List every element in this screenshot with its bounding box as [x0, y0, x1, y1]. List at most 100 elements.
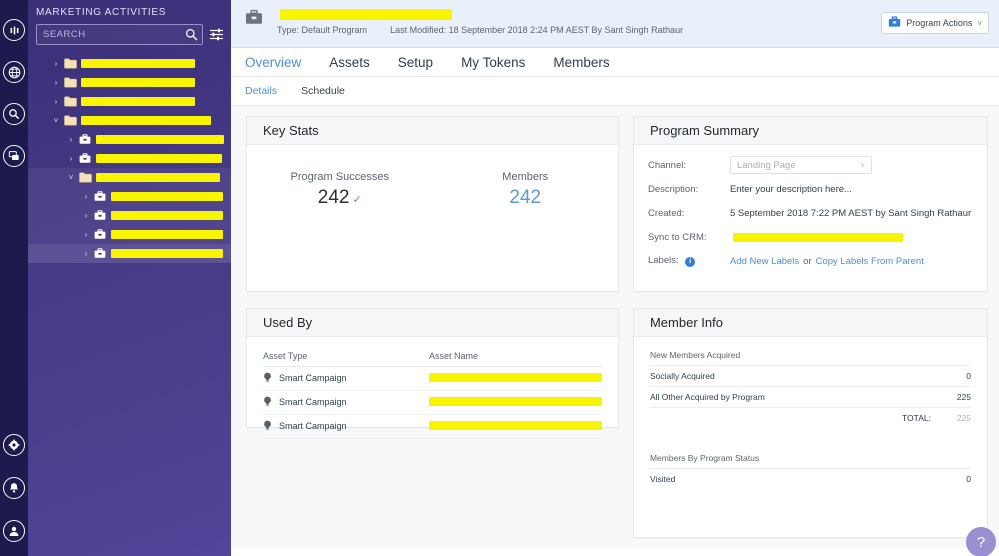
search-field-wrapper[interactable]: [36, 24, 203, 45]
cell-asset-type: Smart Campaign: [263, 390, 429, 415]
member-total-row: TOTAL: 225: [649, 407, 971, 428]
key-stat-value[interactable]: 242: [432, 187, 617, 209]
lightbulb-icon: [263, 396, 272, 409]
table-row[interactable]: Smart Campaign: [263, 390, 602, 415]
member-info-row-value: 0: [966, 474, 971, 484]
member-info-row-value: 225: [956, 392, 971, 402]
tab-my-tokens[interactable]: My Tokens: [461, 55, 525, 70]
tree-item-folder-3[interactable]: ˅: [28, 111, 231, 130]
search-input[interactable]: [37, 29, 202, 40]
tree-item-program-5[interactable]: ›: [28, 149, 231, 168]
subtab-schedule[interactable]: Schedule: [301, 85, 345, 97]
program-header: Type: Default Program Last Modified: 18 …: [231, 0, 999, 48]
globe-icon[interactable]: [3, 61, 25, 83]
key-stat-value: 242 ✓: [317, 187, 362, 208]
tree-item-folder-6[interactable]: ˅: [28, 168, 231, 187]
search-icon[interactable]: [185, 28, 198, 46]
summary-row-labels: Labels: i Add New Labels or Copy Labels …: [648, 251, 973, 271]
key-stat-label: Members: [502, 171, 549, 183]
labels-label: Labels:: [647, 255, 679, 267]
gear-icon[interactable]: [3, 434, 25, 456]
sync-to-crm-label: Sync to CRM:: [647, 231, 707, 243]
activities-tree: › › › ˅ › › ˅ › › › ›: [28, 54, 231, 263]
member-info-row: Visited 0: [649, 468, 971, 489]
chevron-down-icon[interactable]: ˅: [65, 173, 77, 182]
chevron-right-icon[interactable]: ›: [65, 135, 77, 144]
analytics-icon[interactable]: [3, 19, 25, 41]
tree-item-program-9[interactable]: ›: [28, 225, 231, 244]
chevron-down-icon: ˅: [977, 18, 982, 28]
table-row[interactable]: Smart Campaign: [263, 366, 602, 391]
redacted-asset-name: [428, 421, 602, 430]
tab-members[interactable]: Members: [553, 55, 609, 70]
used-by-table: Asset Type Asset Name Smart Campaign Smar…: [263, 349, 602, 439]
add-new-labels-link[interactable]: Add New Labels: [730, 256, 799, 267]
table-row[interactable]: Smart Campaign: [263, 414, 602, 439]
primary-tabs: Overview Assets Setup My Tokens Members: [231, 48, 999, 77]
summary-row-description: Description: Enter your description here…: [648, 179, 973, 199]
member-info-title: Member Info: [633, 309, 987, 337]
tree-item-program-10[interactable]: ›: [28, 244, 231, 263]
rail-top-group: [3, 19, 25, 167]
redacted-tree-label: [96, 135, 224, 144]
chevron-right-icon[interactable]: ›: [80, 211, 92, 220]
chevron-right-icon[interactable]: ›: [80, 192, 92, 201]
column-asset-name: Asset Name: [428, 349, 602, 367]
user-icon[interactable]: [3, 520, 25, 542]
tree-item-folder-1[interactable]: ›: [28, 73, 231, 92]
folder-icon: [62, 96, 78, 107]
tab-assets[interactable]: Assets: [329, 55, 370, 70]
key-stat-members: Members 242: [432, 171, 617, 209]
sidebar-title: MARKETING ACTIVITIES: [36, 7, 167, 18]
member-info-row: All Other Acquired by Program 225: [649, 386, 971, 407]
redacted-sync-value: [732, 232, 903, 242]
copy-labels-from-parent-link[interactable]: Copy Labels From Parent: [816, 256, 924, 267]
redacted-title-text: [280, 9, 452, 20]
info-icon[interactable]: i: [685, 256, 696, 267]
program-briefcase-icon: [77, 134, 93, 145]
new-members-rows: Socially Acquired 0 All Other Acquired by …: [649, 365, 971, 407]
key-stat-program-successes: Program Successes 242 ✓: [247, 171, 432, 209]
tree-item-program-4[interactable]: ›: [28, 130, 231, 149]
tab-setup[interactable]: Setup: [398, 55, 433, 70]
channel-select-value: Landing Page: [736, 159, 796, 171]
created-value: 5 September 2018 7:22 PM AEST by Sant Si…: [729, 207, 972, 219]
program-briefcase-icon: [77, 153, 93, 164]
asset-type-text: Smart Campaign: [279, 372, 347, 383]
subtab-details[interactable]: Details: [245, 85, 277, 97]
member-info-row-value: 0: [966, 371, 971, 381]
check-icon: ✓: [352, 194, 362, 206]
member-info-row-label: All Other Acquired by Program: [649, 392, 765, 402]
help-button[interactable]: ?: [966, 527, 996, 556]
labels-label-wrap: Labels: i: [648, 255, 730, 267]
column-asset-type: Asset Type: [263, 349, 429, 367]
tree-item-folder-2[interactable]: ›: [28, 92, 231, 111]
tree-item-program-8[interactable]: ›: [28, 206, 231, 225]
chevron-down-icon[interactable]: ˅: [50, 116, 62, 125]
chevron-right-icon[interactable]: ›: [50, 97, 62, 106]
search-icon[interactable]: [3, 103, 25, 125]
member-info-row-label: Visited: [649, 474, 676, 484]
filter-sliders-icon[interactable]: [209, 27, 225, 43]
bell-icon[interactable]: [3, 477, 25, 499]
chat-icon[interactable]: [3, 145, 25, 167]
summary-row-sync-crm: Sync to CRM:: [648, 227, 973, 247]
chevron-right-icon[interactable]: ›: [80, 249, 92, 258]
chevron-right-icon[interactable]: ›: [80, 230, 92, 239]
folder-icon: [62, 58, 78, 69]
section-members-by-status: Members By Program Status: [649, 453, 760, 463]
tree-item-program-7[interactable]: ›: [28, 187, 231, 206]
channel-label: Channel:: [647, 159, 686, 171]
tree-item-folder-0[interactable]: ›: [28, 54, 231, 73]
program-actions-button[interactable]: Program Actions ˅: [881, 12, 989, 34]
chevron-right-icon[interactable]: ›: [50, 78, 62, 87]
member-info-body: New Members Acquired Socially Acquired 0 A…: [634, 337, 987, 489]
redacted-asset-name: [428, 373, 602, 382]
tab-overview[interactable]: Overview: [245, 55, 301, 70]
channel-select[interactable]: Landing Page ˅: [729, 156, 872, 174]
chevron-right-icon[interactable]: ›: [65, 154, 77, 163]
chevron-right-icon[interactable]: ›: [50, 59, 62, 68]
description-value[interactable]: Enter your description here...: [730, 184, 852, 195]
key-stats-title: Key Stats: [247, 117, 618, 145]
used-by-body: Asset Type Asset Name Smart Campaign Smar…: [247, 337, 618, 453]
